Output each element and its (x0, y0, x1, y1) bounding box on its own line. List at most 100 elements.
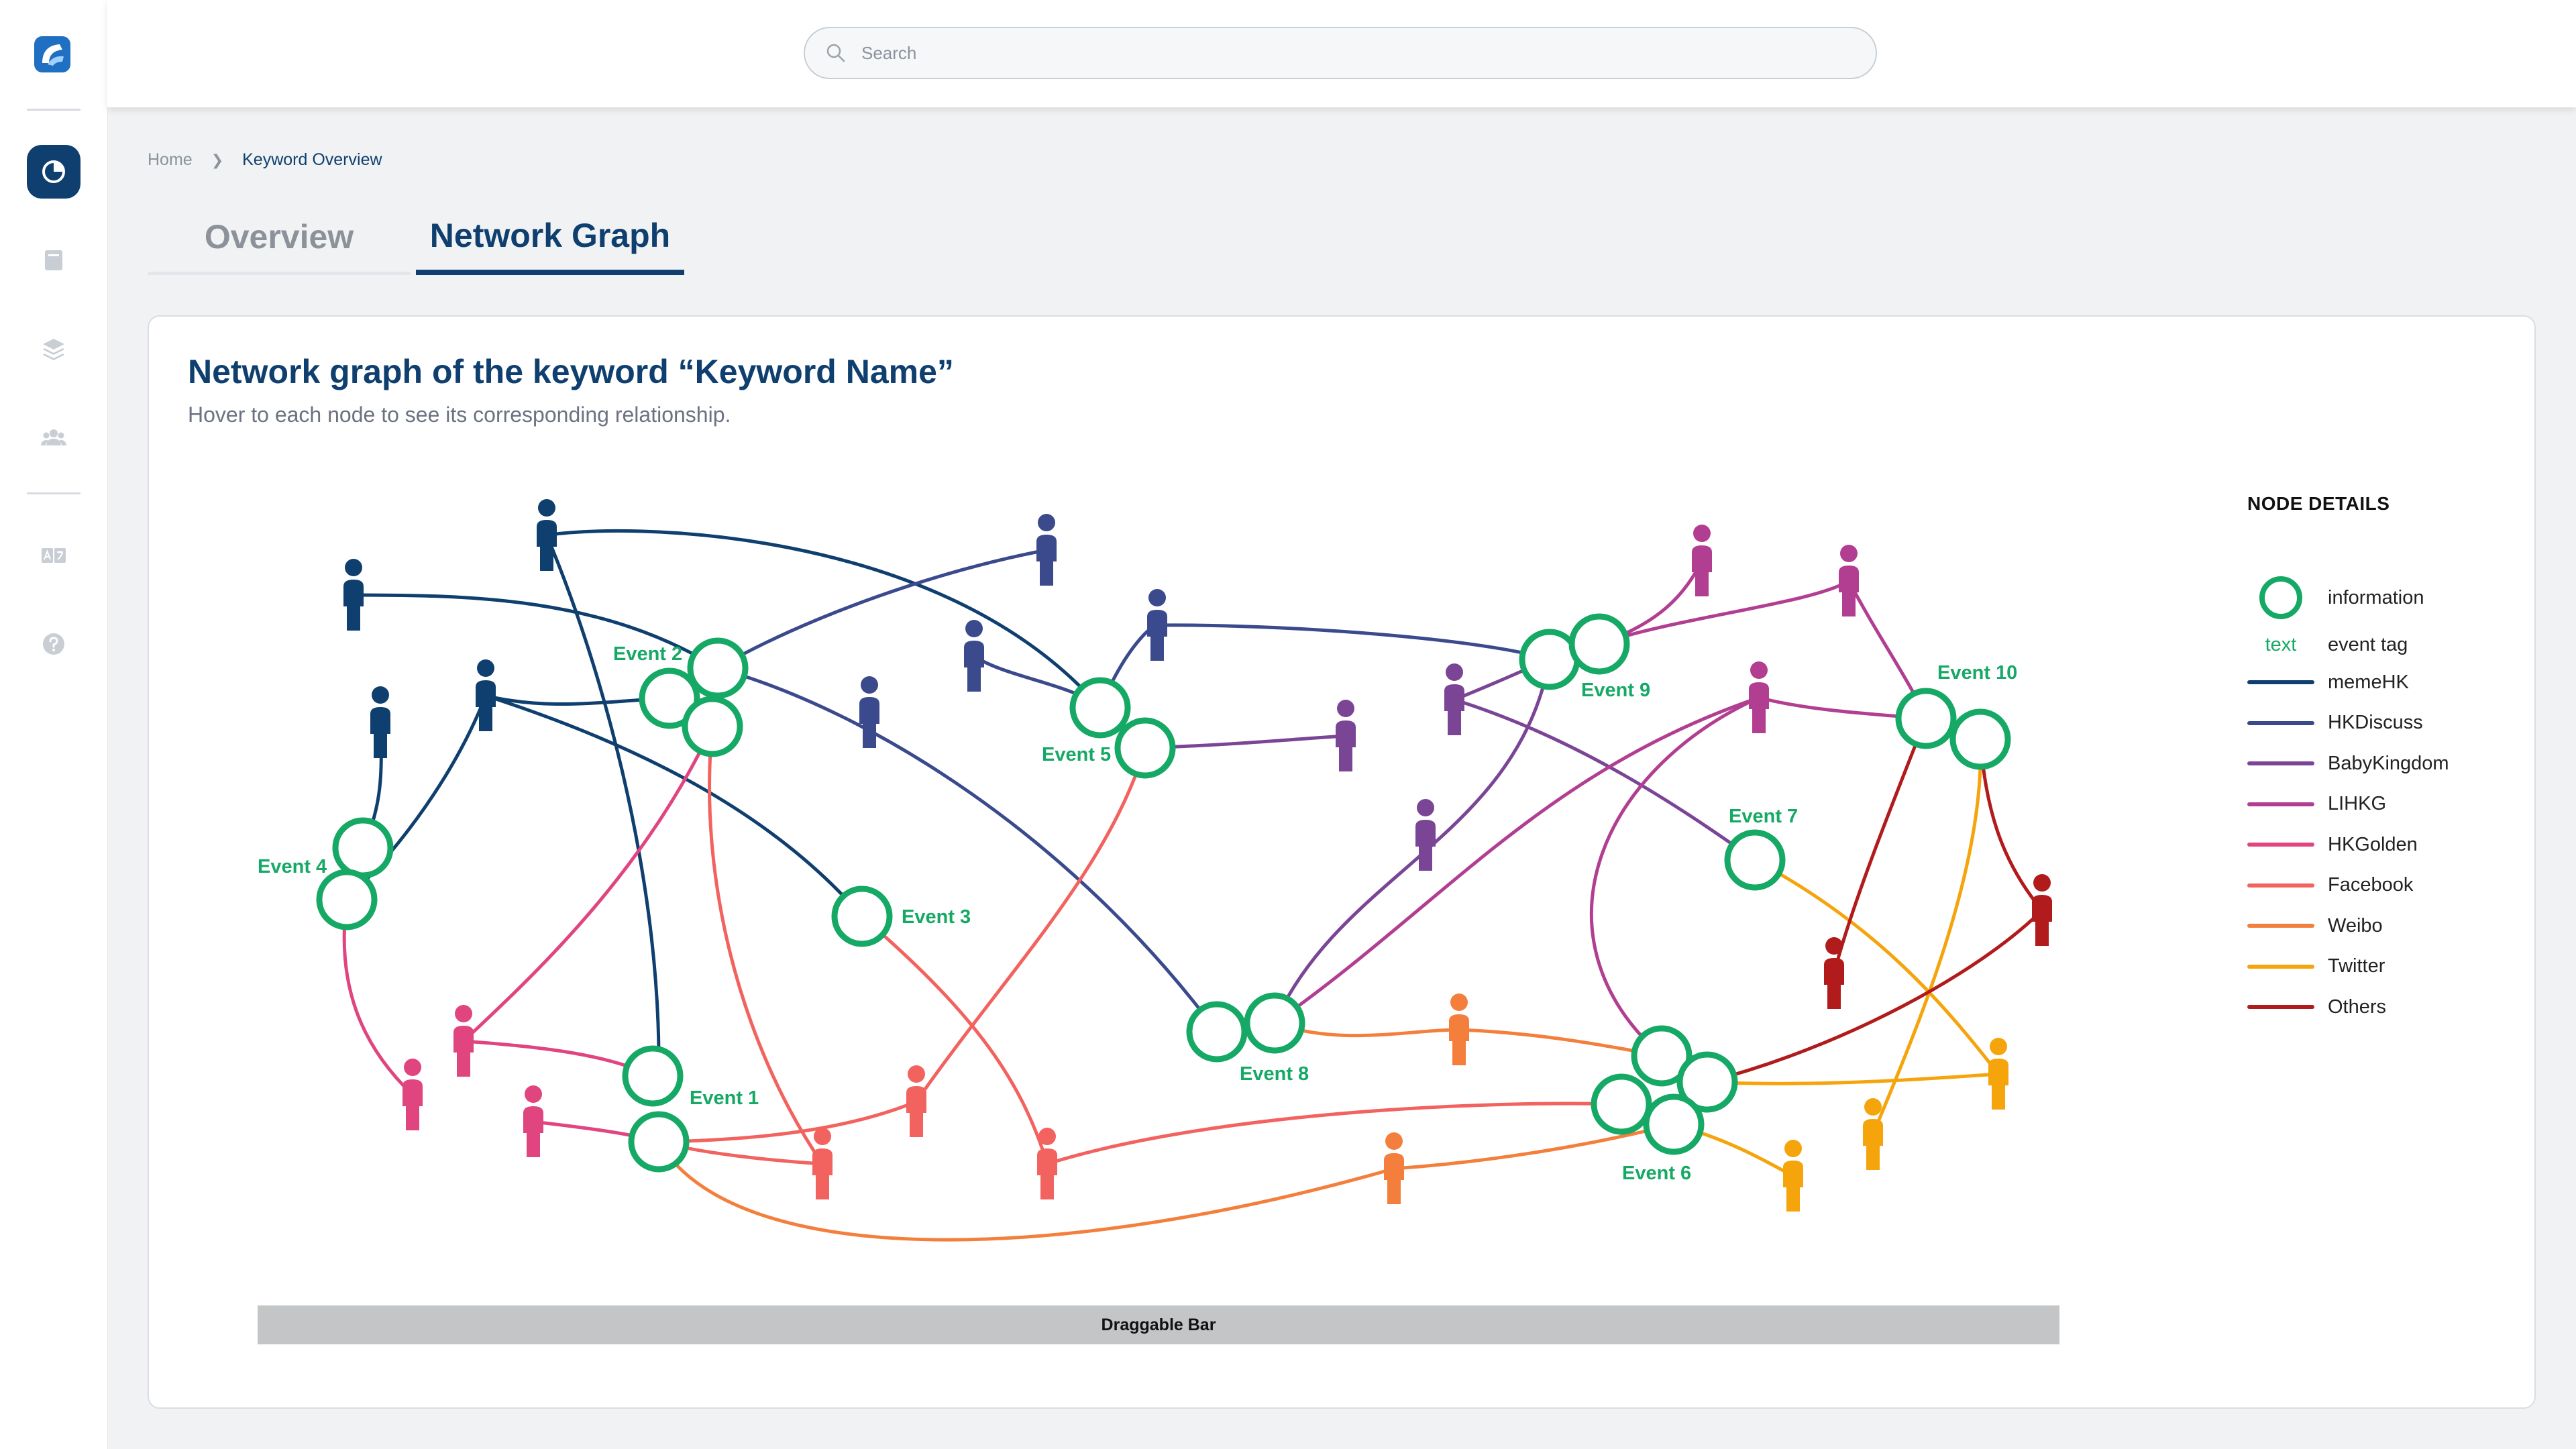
graph-edge (485, 694, 863, 918)
information-node[interactable] (628, 1111, 690, 1173)
information-node[interactable] (1244, 992, 1305, 1054)
legend-label: Twitter (2328, 955, 2385, 977)
graph-edge (545, 535, 661, 1054)
graph-edge (1046, 1102, 1622, 1166)
legend-swatch (2247, 680, 2314, 684)
legend-row-weibo: Weibo (2247, 912, 2383, 939)
graph-edge (1707, 909, 2043, 1084)
legend-label: LIHKG (2328, 793, 2387, 814)
event-tag-label: Event 10 (1937, 662, 2017, 684)
event-tag-label: Event 5 (1042, 744, 1111, 765)
information-node[interactable] (1724, 829, 1786, 891)
legend-swatch (2247, 1005, 2314, 1009)
legend-label: event tag (2328, 633, 2408, 655)
legend-swatch (2247, 883, 2314, 888)
user-node-babykingdom[interactable] (1336, 700, 1356, 771)
user-node-hkdiscuss[interactable] (1147, 589, 1167, 661)
information-node[interactable] (1568, 613, 1630, 675)
information-node[interactable] (332, 817, 394, 879)
graph-edge (861, 915, 1049, 1165)
event-tag-label: Event 6 (1622, 1163, 1691, 1184)
information-node[interactable] (831, 885, 893, 947)
legend-swatch (2247, 720, 2314, 725)
legend-label: Weibo (2328, 914, 2383, 936)
event-tag-label: Event 7 (1729, 806, 1798, 827)
user-node-hkdiscuss[interactable] (859, 676, 879, 748)
user-node-babykingdom[interactable] (1415, 799, 1436, 871)
information-node[interactable] (1643, 1093, 1705, 1155)
information-node[interactable] (1949, 708, 2011, 770)
event-tag-label: Event 4 (258, 856, 327, 877)
graph-edge (716, 548, 1047, 670)
legend-row-information: information (2247, 576, 2424, 619)
user-node-others[interactable] (1824, 937, 1844, 1009)
user-node-weibo[interactable] (1384, 1132, 1404, 1204)
user-node-twitter[interactable] (1988, 1038, 2008, 1110)
legend-label: HKGolden (2328, 833, 2418, 855)
user-node-memehk[interactable] (476, 659, 496, 731)
event-tag-label: Event 8 (1240, 1063, 1309, 1085)
information-node[interactable] (687, 637, 749, 699)
user-node-hkgolden[interactable] (453, 1005, 474, 1077)
user-node-hkdiscuss[interactable] (964, 620, 984, 692)
user-node-memehk[interactable] (537, 499, 557, 571)
legend-swatch (2247, 843, 2314, 847)
graph-edges (342, 529, 2043, 1242)
user-node-lihkg[interactable] (1692, 525, 1712, 596)
graph-edge (1458, 1028, 1662, 1058)
draggable-bar[interactable]: Draggable Bar (258, 1305, 2059, 1344)
user-node-hkdiscuss[interactable] (1036, 514, 1057, 586)
graph-edge (1157, 623, 1550, 661)
information-node[interactable] (1895, 688, 1957, 749)
user-node-babykingdom[interactable] (1444, 663, 1464, 735)
information-node[interactable] (1069, 677, 1131, 739)
event-tag-label: Event 1 (690, 1087, 759, 1109)
graph-edge (657, 1140, 1395, 1242)
information-node[interactable] (1114, 717, 1176, 779)
legend-row-twitter: Twitter (2247, 953, 2385, 980)
legend-swatch (2247, 964, 2314, 969)
information-node[interactable] (1591, 1073, 1652, 1135)
user-node-weibo[interactable] (1449, 994, 1469, 1065)
user-node-hkgolden[interactable] (402, 1059, 423, 1130)
legend-label: Facebook (2328, 874, 2414, 896)
user-node-memehk[interactable] (343, 559, 364, 631)
user-node-facebook[interactable] (812, 1128, 833, 1199)
legend-label: HKDiscuss (2328, 712, 2423, 733)
legend-swatch (2247, 924, 2314, 928)
user-node-lihkg[interactable] (1839, 545, 1859, 616)
legend-title: NODE DETAILS (2247, 493, 2390, 514)
network-graph[interactable]: Event 1 Event 2 Event 3 Event 4 Event 5 Event… (0, 0, 2576, 1449)
graph-user-nodes (343, 499, 2052, 1212)
information-node-icon (2259, 576, 2302, 619)
information-node[interactable] (316, 869, 378, 930)
user-node-facebook[interactable] (1037, 1128, 1057, 1199)
legend-row-lihkg: LIHKG (2247, 791, 2386, 818)
user-node-facebook[interactable] (906, 1065, 926, 1137)
graph-edge (1273, 659, 1552, 1024)
graph-edge (1599, 579, 1850, 646)
information-node[interactable] (682, 696, 743, 757)
event-tag-sample: text (2265, 633, 2297, 655)
user-node-hkgolden[interactable] (523, 1085, 543, 1157)
graph-edge (1832, 718, 1928, 974)
legend-label: information (2328, 586, 2424, 608)
legend-label: memeHK (2328, 671, 2409, 693)
user-node-lihkg[interactable] (1749, 661, 1769, 733)
event-tag-label: Event 9 (1581, 680, 1650, 701)
user-node-memehk[interactable] (370, 686, 390, 758)
user-node-others[interactable] (2032, 874, 2052, 946)
information-node[interactable] (1186, 1001, 1248, 1063)
legend-row-memehk: memeHK (2247, 669, 2409, 696)
legend-swatch (2247, 802, 2314, 806)
information-node[interactable] (1519, 629, 1580, 690)
user-node-twitter[interactable] (1863, 1098, 1883, 1170)
legend-row-babykingdom: BabyKingdom (2247, 750, 2449, 777)
user-node-twitter[interactable] (1783, 1140, 1803, 1212)
information-node[interactable] (622, 1045, 684, 1107)
legend-label: Others (2328, 996, 2387, 1018)
event-tag-label: Event 2 (613, 643, 682, 665)
legend-row-event-tag: text event tag (2247, 631, 2408, 658)
legend-row-facebook: Facebook (2247, 872, 2413, 899)
legend-row-hkgolden: HKGolden (2247, 831, 2418, 858)
